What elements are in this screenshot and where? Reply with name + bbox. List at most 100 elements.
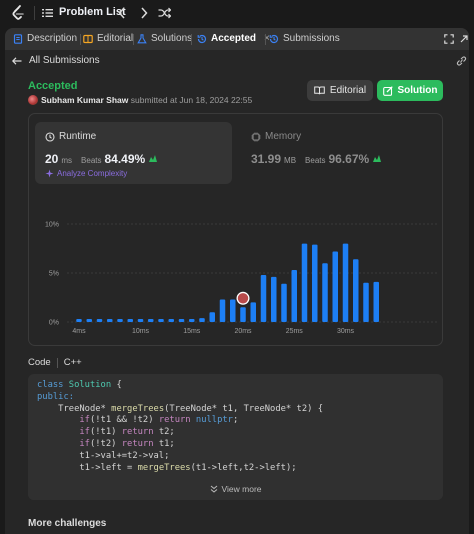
tab-label: Editorial [97,33,134,44]
x-tick-label: 15ms [183,328,201,335]
edit-icon [382,85,393,96]
chart-bar [189,319,195,322]
submitted-at: submitted at Jun 18, 2024 22:55 [130,95,253,105]
code-token: TreeNode* [37,403,112,414]
code-block[interactable]: class Solution {public: TreeNode* mergeT… [28,374,443,500]
code-token: (!t1 && !t2) [89,415,159,426]
chart-bar [353,259,359,322]
history-icon [197,34,207,43]
tab-editorial[interactable]: Editorial [83,33,133,44]
chart-bar [158,319,164,322]
tab-solutions[interactable]: Solutions [137,33,192,44]
author-name[interactable]: Subham Kumar Shaw [41,95,128,105]
tab-label: Submissions [283,33,340,44]
tab-description[interactable]: Description [13,33,77,44]
chart-bar [250,302,256,322]
all-submissions-link[interactable]: All Submissions [12,55,100,66]
chart-bar [332,251,338,322]
code-token: nullptr [195,415,233,426]
chart-bar [178,319,185,322]
x-tick-label: 30ms [337,328,355,335]
history-icon [269,34,279,43]
code-token: mergeTrees [111,403,165,414]
chart-bar [240,307,246,322]
tab-submissions[interactable]: Submissions [269,33,340,44]
chart-bar [137,319,144,322]
code-header: Code C++ [28,357,82,368]
tab-accepted[interactable]: Accepted × [197,33,270,44]
code-token: t2; [153,427,175,438]
code-token: Solution [68,380,112,390]
code-token: t1->val+=t2->val; [37,450,170,461]
shuffle-icon[interactable] [158,7,171,19]
top-bar: Problem List [0,0,474,26]
chevron-double-down-icon [210,485,217,493]
problem-list-link[interactable]: Problem List [59,6,126,18]
tab-label: Solutions [151,33,193,44]
code-label: Code [28,357,51,368]
divider [34,6,35,20]
code-line: if(!t1 && !t2) return nullptr; [37,415,323,427]
view-more-button[interactable]: View more [28,484,443,494]
book-icon [83,34,93,43]
performance-box: Runtime 20 ms Beats 84.49% Analyze Compl… [28,113,443,346]
chart-bar [96,319,103,322]
code-token: { [111,380,122,390]
runtime-distribution-chart[interactable]: 0% 5% 10% 4ms 10ms 15ms 20ms 25ms 30ms [29,114,444,347]
divider [56,357,58,368]
chart-bar [301,243,308,322]
chart-bar [312,244,318,322]
avatar[interactable] [28,95,38,105]
code-token: public: [37,391,75,402]
editorial-button-label: Editorial [329,85,367,96]
chart-bar [373,281,379,322]
list-icon[interactable] [42,8,53,18]
code-token: (!t1) [89,427,122,438]
submission-info: Subham Kumar Shaw submitted at Jun 18, 2… [41,95,252,105]
chart-bar [86,319,92,322]
expand-icon[interactable] [444,34,454,44]
flask-icon [137,33,147,43]
code-token: if [79,415,90,426]
tab-divider [191,34,192,45]
x-tick-label: 20ms [234,328,252,335]
leetcode-logo-icon[interactable] [11,5,25,21]
chevron-left-icon[interactable] [117,6,127,20]
x-tick-label: 10ms [132,328,150,335]
more-challenges-heading: More challenges [28,518,107,529]
code-token: if [79,438,90,449]
chart-bar [260,274,267,322]
link-icon[interactable] [456,56,467,66]
chart-bar [76,319,82,322]
code-line: t1->val+=t2->val; [37,451,323,463]
y-tick-label: 0% [49,320,59,327]
tab-label: Accepted [211,33,257,44]
chevron-right-icon[interactable] [139,6,149,20]
chart-bar [281,283,287,322]
chart-bar [342,243,349,322]
chart-bar [322,263,328,322]
code-token: (TreeNode* t1, TreeNode* t2) { [164,403,324,414]
collapse-icon[interactable] [459,34,469,44]
book-icon [314,86,325,95]
tab-label: Description [27,33,78,44]
code-token: ; [232,415,239,426]
code-line: if(!t1) return t2; [37,427,323,439]
solution-button[interactable]: Solution [377,80,443,101]
code-line: public: [37,392,323,404]
tab-bar: Description Editorial Solutions Accepted… [5,28,469,50]
code-token: t1; [153,438,175,449]
tab-divider [133,34,134,45]
chart-bar [199,318,205,322]
view-more-label: View more [221,484,262,494]
chart-bar [117,319,123,322]
all-submissions-label: All Submissions [29,55,100,66]
editorial-button[interactable]: Editorial [307,80,373,101]
y-tick-label: 5% [49,271,59,278]
tab-divider [80,34,81,45]
y-tick-label: 10% [45,222,59,229]
avatar-marker-icon [237,293,249,304]
code-token: return [158,415,191,426]
